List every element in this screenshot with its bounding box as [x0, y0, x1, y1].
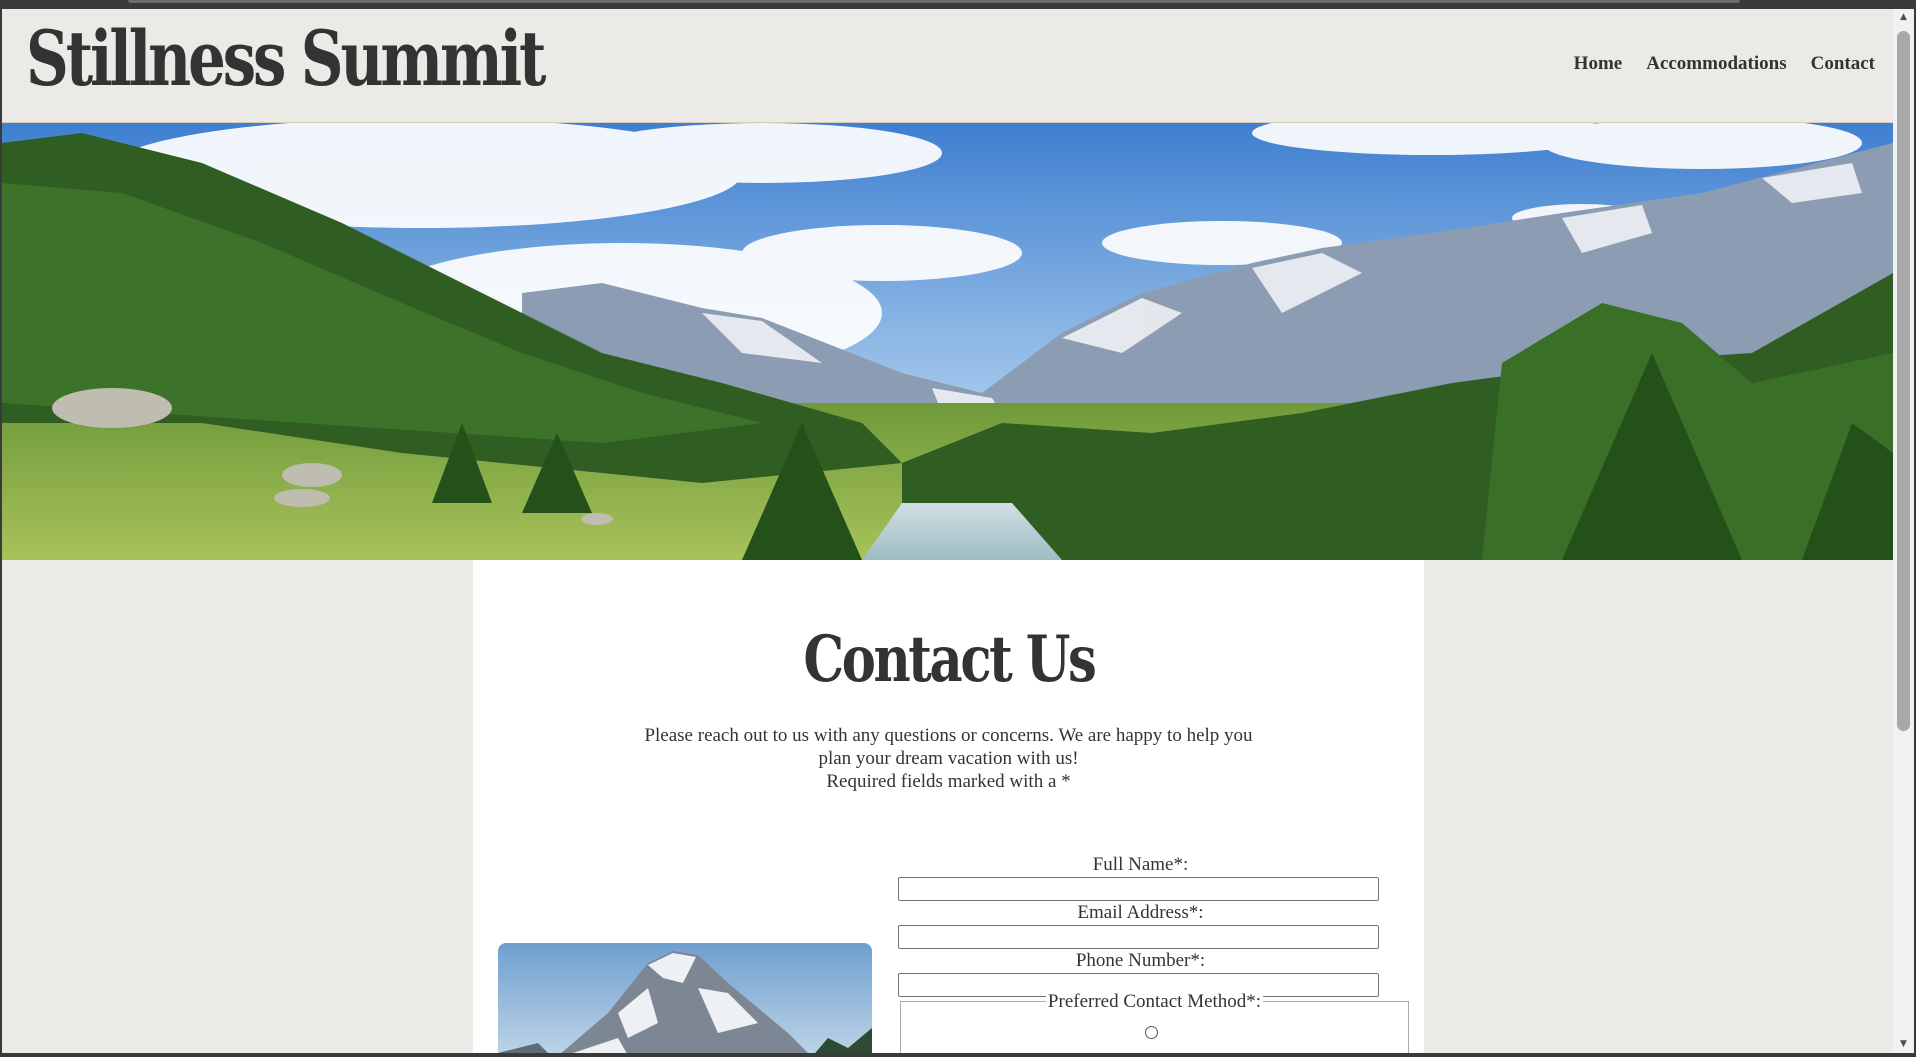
browser-tab-edge [128, 0, 1740, 3]
contact-form: Full Name*: Email Address*: Phone Number… [898, 853, 1439, 1053]
scroll-up-arrow-icon[interactable]: ▲ [1893, 9, 1914, 26]
contact-method-fieldset: Preferred Contact Method*: [900, 991, 1409, 1053]
browser-top-strip [0, 0, 1916, 9]
full-name-input[interactable] [898, 877, 1379, 901]
contact-method-legend: Preferred Contact Method*: [1045, 991, 1264, 1012]
page-scrollbar[interactable]: ▲ ▼ [1893, 9, 1914, 1053]
full-name-label: Full Name*: [1092, 854, 1189, 875]
phone-label: Phone Number*: [1075, 950, 1206, 971]
contact-card: Contact Us Please reach out to us with a… [473, 560, 1424, 1053]
nav-home-link[interactable]: Home [1574, 53, 1623, 75]
intro-line-2: plan your dream vacation with us! [818, 748, 1079, 769]
nav-contact-link[interactable]: Contact [1811, 53, 1875, 75]
nav-accommodations-link[interactable]: Accommodations [1646, 53, 1786, 75]
required-note: Required fields marked with a * [826, 771, 1071, 792]
email-label: Email Address*: [1077, 902, 1204, 923]
page-title: Contact Us [802, 622, 1096, 697]
contact-intro: Please reach out to us with any question… [623, 724, 1274, 793]
intro-line-1: Please reach out to us with any question… [644, 725, 1253, 746]
contact-method-radio[interactable] [1145, 1026, 1158, 1039]
mountain-photo [498, 943, 872, 1053]
scrollbar-thumb[interactable] [1897, 31, 1910, 731]
site-header: Stillness Summit Home Accommodations Con… [2, 9, 1893, 123]
scroll-down-arrow-icon[interactable]: ▼ [1893, 1036, 1914, 1053]
site-logo[interactable]: Stillness Summit [26, 13, 546, 105]
page: Stillness Summit Home Accommodations Con… [2, 9, 1893, 1053]
hero-mountain-valley-image [2, 123, 1893, 560]
main-nav: Home Accommodations Contact [1574, 53, 1875, 75]
email-input[interactable] [898, 925, 1379, 949]
